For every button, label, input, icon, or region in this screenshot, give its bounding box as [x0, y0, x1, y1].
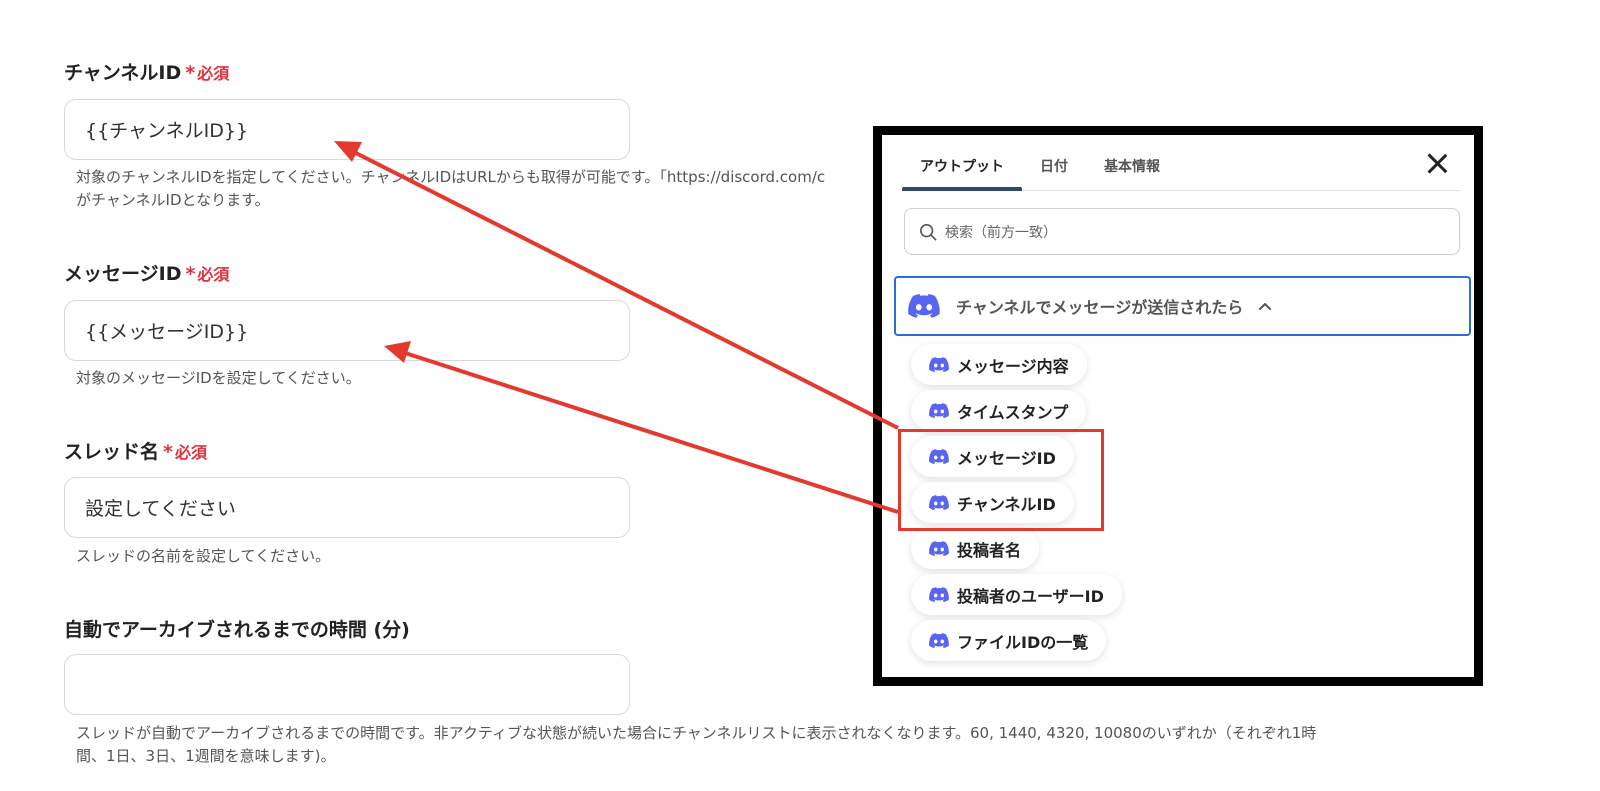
channel-id-help: 対象のチャンネルIDを指定してください。チャンネルIDはURLからも取得が可能で… [76, 166, 825, 212]
required-star: * [185, 263, 196, 285]
archive-time-input[interactable] [64, 654, 630, 715]
archive-time-help-line1: スレッドが自動でアーカイブされるまでの時間です。非アクティブな状態が続いた場合に… [76, 724, 1317, 742]
output-item-author-user-id[interactable]: 投稿者のユーザーID [911, 574, 1122, 615]
message-id-label-text: メッセージID [64, 263, 182, 285]
message-id-label: メッセージID * 必須 [64, 259, 229, 286]
required-star: * [185, 62, 196, 84]
output-item-label: タイムスタンプ [957, 402, 1069, 422]
channel-id-label-text: チャンネルID [64, 62, 182, 84]
discord-icon [929, 632, 949, 648]
output-item-timestamp[interactable]: タイムスタンプ [911, 390, 1087, 431]
close-icon[interactable] [1426, 152, 1448, 174]
search-icon [919, 223, 937, 240]
discord-icon [929, 540, 949, 556]
output-item-label: メッセージ内容 [957, 356, 1069, 376]
message-id-help-text: 対象のメッセージIDを設定してください。 [76, 369, 361, 387]
message-id-input-value: {{メッセージID}} [85, 321, 249, 343]
channel-id-input[interactable]: {{チャンネルID}} [64, 99, 630, 160]
thread-name-input-value: 設定してください [85, 498, 236, 520]
required-badge: 必須 [197, 64, 230, 83]
panel-tabs: アウトプット 日付 基本情報 [902, 135, 1460, 191]
archive-time-help: スレッドが自動でアーカイブされるまでの時間です。非アクティブな状態が続いた場合に… [76, 722, 1316, 768]
thread-name-label-text: スレッド名 [64, 441, 160, 463]
required-badge: 必須 [197, 265, 230, 284]
required-badge: 必須 [174, 443, 207, 462]
discord-icon [908, 293, 940, 318]
channel-id-label: チャンネルID * 必須 [64, 58, 229, 85]
tab-basic-info[interactable]: 基本情報 [1086, 156, 1178, 190]
archive-time-label-text: 自動でアーカイブされるまでの時間 (分) [64, 619, 410, 641]
output-panel: アウトプット 日付 基本情報 検索（前方一致） チャンネルでメッセージが送信され… [873, 126, 1483, 686]
channel-id-help-line1: 対象のチャンネルIDを指定してください。チャンネルIDはURLからも取得が可能で… [76, 168, 826, 186]
thread-name-help: スレッドの名前を設定してください。 [76, 545, 330, 568]
channel-id-input-value: {{チャンネルID}} [85, 120, 249, 142]
discord-icon [929, 586, 949, 602]
discord-icon [929, 356, 949, 372]
tab-output[interactable]: アウトプット [902, 156, 1022, 191]
annotation-highlight-box [898, 429, 1104, 531]
message-id-help: 対象のメッセージIDを設定してください。 [76, 367, 361, 390]
thread-name-help-text: スレッドの名前を設定してください。 [76, 547, 331, 565]
message-id-input[interactable]: {{メッセージID}} [64, 300, 630, 361]
archive-time-help-line2: 間、1日、3日、1週間を意味します)。 [76, 747, 336, 765]
output-item-author-name[interactable]: 投稿者名 [911, 528, 1040, 569]
output-item-label: ファイルIDの一覧 [957, 632, 1089, 652]
output-item-message-content[interactable]: メッセージ内容 [911, 344, 1087, 385]
output-item-label: 投稿者のユーザーID [957, 586, 1104, 606]
trigger-group-title: チャンネルでメッセージが送信されたら [956, 298, 1244, 317]
trigger-group-header[interactable]: チャンネルでメッセージが送信されたら [894, 276, 1471, 336]
output-item-file-id-list[interactable]: ファイルIDの一覧 [911, 620, 1107, 661]
discord-icon [929, 402, 949, 418]
chevron-up-icon [1259, 303, 1272, 310]
thread-name-input[interactable]: 設定してください [64, 477, 630, 538]
output-item-label: 投稿者名 [957, 540, 1022, 560]
tab-date[interactable]: 日付 [1022, 156, 1086, 190]
search-input[interactable]: 検索（前方一致） [904, 208, 1460, 255]
required-star: * [163, 441, 173, 463]
thread-name-label: スレッド名 * 必須 [64, 437, 207, 464]
archive-time-label: 自動でアーカイブされるまでの時間 (分) [64, 615, 410, 642]
search-placeholder: 検索（前方一致） [945, 224, 1057, 241]
channel-id-help-line2: がチャンネルIDとなります。 [76, 191, 270, 209]
